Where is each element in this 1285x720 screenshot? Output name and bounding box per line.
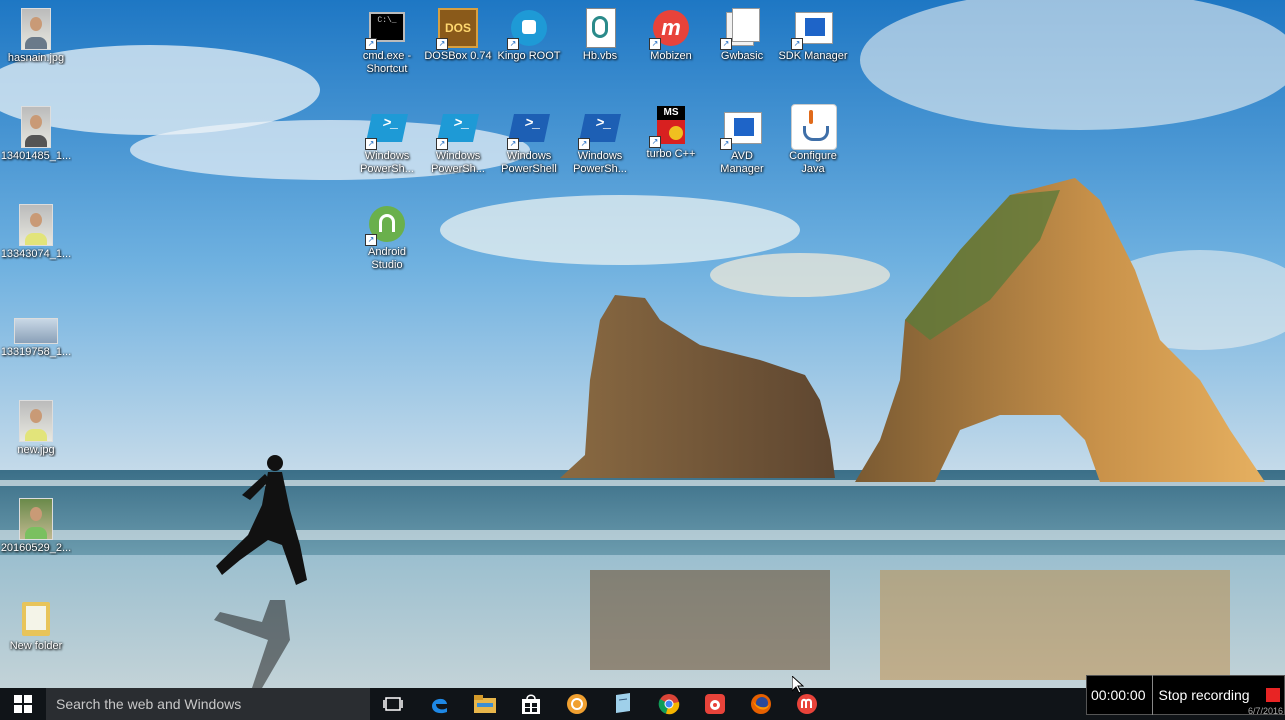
windows-logo-icon bbox=[14, 695, 32, 713]
powershell-icon: >_ ↗ bbox=[436, 108, 479, 150]
taskbar-file-explorer[interactable] bbox=[462, 688, 508, 720]
taskbar-orange-app[interactable] bbox=[554, 688, 600, 720]
avd-manager-icon: ↗ bbox=[720, 108, 762, 150]
desktop-icon-label: Windows PowerShell bbox=[501, 150, 557, 175]
desktop-icon-label: DOSBox 0.74 bbox=[424, 50, 492, 62]
search-box[interactable]: Search the web and Windows bbox=[46, 688, 370, 720]
desktop-icon-android-studio[interactable]: ↗ Android Studio bbox=[351, 204, 423, 272]
image-file-icon bbox=[14, 318, 58, 344]
desktop-icon-powershell-3[interactable]: >_ ↗ Windows PowerShell bbox=[493, 108, 565, 176]
powershell-icon: >_ ↗ bbox=[507, 108, 550, 150]
kingo-root-icon: ↗ bbox=[507, 8, 549, 50]
desktop-icon-label: cmd.exe - Shortcut bbox=[362, 50, 412, 75]
desktop-icon-label: Configure Java bbox=[789, 150, 837, 175]
turbo-cpp-icon: MS ↗ bbox=[649, 106, 691, 148]
desktop-icon-13401485[interactable]: 13401485_1... bbox=[0, 106, 72, 163]
chrome-icon bbox=[658, 694, 680, 715]
taskbar-notepad[interactable] bbox=[600, 688, 646, 720]
firefox-icon bbox=[751, 694, 771, 714]
record-stop-icon[interactable] bbox=[1266, 688, 1280, 702]
desktop-wallpaper bbox=[0, 0, 1285, 688]
desktop-icon-hb-vbs[interactable]: Hb.vbs bbox=[564, 8, 636, 63]
desktop-icon-new-folder[interactable]: New folder bbox=[0, 598, 72, 653]
desktop-icon-hasnain-jpg[interactable]: hasnain.jpg bbox=[0, 8, 72, 65]
image-file-icon bbox=[21, 106, 51, 148]
desktop-icon-label: 20160529_2... bbox=[0, 542, 72, 554]
desktop-icon-powershell-2[interactable]: >_ ↗ Windows PowerSh... bbox=[422, 108, 494, 176]
desktop-icon-powershell-1[interactable]: >_ ↗ Windows PowerSh... bbox=[351, 108, 423, 176]
desktop-icon-13343074[interactable]: 13343074_1... bbox=[0, 204, 72, 261]
desktop-icon-kingo-root[interactable]: ↗ Kingo ROOT bbox=[493, 8, 565, 63]
mobizen-icon: m ↗ bbox=[649, 8, 691, 50]
desktop-icon-label: Windows PowerSh... bbox=[360, 150, 414, 175]
turbo-cpp-logo: MS bbox=[657, 106, 685, 120]
start-button[interactable] bbox=[0, 688, 46, 720]
powershell-icon: >_ ↗ bbox=[578, 108, 621, 150]
mouse-cursor-icon bbox=[792, 676, 804, 694]
video-app-icon bbox=[705, 694, 725, 714]
edge-icon bbox=[432, 698, 447, 714]
desktop-icon-label: Windows PowerSh... bbox=[431, 150, 485, 175]
notepad-icon bbox=[616, 693, 630, 713]
desktop-icon-label: 13401485_1... bbox=[0, 150, 72, 162]
desktop-icon-avd-manager[interactable]: ↗ AVD Manager bbox=[706, 108, 778, 176]
taskbar-chrome[interactable] bbox=[646, 688, 692, 720]
desktop-icon-configure-java[interactable]: Configure Java bbox=[777, 104, 849, 176]
taskbar-store[interactable] bbox=[508, 688, 554, 720]
desktop-icon-20160529[interactable]: 20160529_2... bbox=[0, 498, 72, 555]
stop-recording-label: Stop recording bbox=[1158, 687, 1250, 703]
app-orange-icon bbox=[567, 694, 587, 714]
java-icon bbox=[791, 104, 837, 150]
desktop-icon-gwbasic[interactable]: ↗ Gwbasic bbox=[706, 8, 778, 63]
dosbox-icon: DOS ↗ bbox=[436, 8, 478, 50]
desktop-icon-label: Android Studio bbox=[368, 246, 406, 271]
folder-icon bbox=[16, 598, 56, 638]
desktop-icon-mobizen[interactable]: m ↗ Mobizen bbox=[635, 8, 707, 63]
taskbar-mobizen[interactable] bbox=[784, 688, 830, 720]
desktop-icon-label: hasnain.jpg bbox=[7, 52, 65, 64]
desktop-icon-powershell-4[interactable]: >_ ↗ Windows PowerSh... bbox=[564, 108, 636, 176]
mobizen-icon bbox=[797, 694, 817, 714]
store-icon bbox=[522, 694, 540, 714]
taskbar-firefox[interactable] bbox=[738, 688, 784, 720]
desktop-icon-label: Gwbasic bbox=[720, 50, 764, 62]
desktop-icon-label: Windows PowerSh... bbox=[573, 150, 627, 175]
file-explorer-icon bbox=[474, 695, 496, 713]
desktop-icon-label: Mobizen bbox=[650, 50, 692, 62]
desktop-icon-13319758[interactable]: 13319758_1... bbox=[0, 302, 72, 359]
desktop-icon-cmd[interactable]: C:\_ ↗ cmd.exe - Shortcut bbox=[351, 8, 423, 76]
stop-recording-button[interactable]: Stop recording bbox=[1153, 687, 1250, 703]
task-view-button[interactable] bbox=[370, 688, 416, 720]
taskbar-video-app[interactable] bbox=[692, 688, 738, 720]
desktop-icon-label: turbo C++ bbox=[646, 148, 696, 160]
desktop-icon-label: Kingo ROOT bbox=[497, 50, 561, 62]
desktop-icon-sdk-manager[interactable]: ↗ SDK Manager bbox=[777, 8, 849, 63]
desktop-icon-label: 13319758_1... bbox=[0, 346, 72, 358]
desktop-icon-label: AVD Manager bbox=[720, 150, 764, 175]
taskbar-edge[interactable] bbox=[416, 688, 462, 720]
desktop-icon-label: 13343074_1... bbox=[0, 248, 72, 260]
android-studio-icon: ↗ bbox=[365, 204, 407, 246]
clock-date: 6/7/2016 bbox=[1247, 706, 1283, 716]
desktop-icon-label: new.jpg bbox=[17, 444, 55, 456]
image-file-icon bbox=[19, 400, 53, 442]
image-file-icon bbox=[21, 8, 51, 50]
vbs-script-icon bbox=[580, 8, 620, 48]
desktop-icon-new-jpg[interactable]: new.jpg bbox=[0, 400, 72, 457]
gwbasic-icon: ↗ bbox=[720, 8, 762, 50]
recording-timer: 00:00:00 bbox=[1087, 675, 1153, 715]
powershell-icon: >_ ↗ bbox=[365, 108, 408, 150]
cmd-icon: C:\_ ↗ bbox=[365, 8, 407, 50]
desktop-icon-label: Hb.vbs bbox=[582, 50, 618, 62]
desktop-icon-label: SDK Manager bbox=[778, 50, 848, 62]
image-file-icon bbox=[19, 498, 53, 540]
desktop-icon-dosbox[interactable]: DOS ↗ DOSBox 0.74 bbox=[422, 8, 494, 63]
desktop-icon-label: New folder bbox=[9, 640, 63, 652]
task-view-icon bbox=[383, 697, 403, 711]
image-file-icon bbox=[19, 204, 53, 246]
desktop-icon-turbo-cpp[interactable]: MS ↗ turbo C++ bbox=[635, 106, 707, 161]
sdk-manager-icon: ↗ bbox=[791, 8, 833, 50]
